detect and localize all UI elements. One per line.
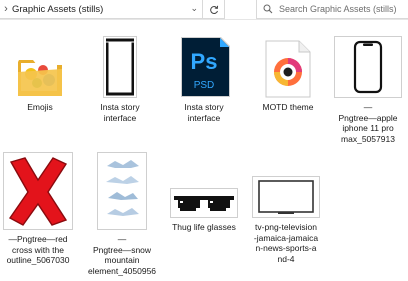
search-box[interactable]: Search Graphic Assets (stills) xyxy=(256,0,408,19)
folder-icon xyxy=(2,32,78,98)
search-input[interactable]: Search Graphic Assets (stills) xyxy=(279,4,397,14)
file-label: — Pngtree—snow mountain element_4050956 xyxy=(87,234,157,276)
address-bar[interactable]: › Graphic Assets (stills) ⌄ xyxy=(0,0,225,19)
photoshop-icon: Ps PSD xyxy=(166,32,242,98)
image-thumbnail-icon xyxy=(248,150,324,218)
search-icon xyxy=(257,4,279,14)
file-item-emojis[interactable]: Emojis xyxy=(2,32,78,113)
file-item-red-cross[interactable]: —Pngtree—red cross with the outline_5067… xyxy=(0,150,76,266)
file-item-iphone[interactable]: — Pngtree—apple iphone 11 pro max_505791… xyxy=(330,32,406,144)
image-thumbnail-icon xyxy=(0,150,76,230)
refresh-icon xyxy=(209,5,218,14)
file-label: — Pngtree—apple iphone 11 pro max_505791… xyxy=(338,102,398,144)
image-thumbnail-icon xyxy=(330,32,406,98)
file-label: Insta story interface xyxy=(100,102,140,123)
file-label: Thug life glasses xyxy=(172,222,236,232)
audio-file-icon xyxy=(250,32,326,98)
file-label: —Pngtree—red cross with the outline_5067… xyxy=(6,234,70,265)
ps-badge-text: Ps xyxy=(191,49,218,74)
file-item-snow-mountain[interactable]: — Pngtree—snow mountain element_4050956 xyxy=(84,150,160,276)
file-label: Insta story interface xyxy=(184,102,224,123)
psd-badge-text: PSD xyxy=(194,80,215,91)
image-thumbnail-icon xyxy=(84,150,160,230)
file-item-tv[interactable]: tv-png-television -jamaica-jamaica n-new… xyxy=(248,150,324,264)
chevron-down-icon[interactable]: ⌄ xyxy=(190,3,198,14)
file-label: Emojis xyxy=(27,102,53,112)
image-thumbnail-icon xyxy=(82,32,158,98)
breadcrumb-chevron-icon[interactable]: › xyxy=(0,3,12,15)
file-item-motd-theme[interactable]: MOTD theme xyxy=(250,32,326,113)
image-thumbnail-icon xyxy=(166,150,242,218)
address-path[interactable]: Graphic Assets (stills) xyxy=(12,4,103,15)
file-item-insta-story-png[interactable]: Insta story interface xyxy=(82,32,158,123)
file-label: MOTD theme xyxy=(262,102,314,112)
file-item-thug-life-glasses[interactable]: Thug life glasses xyxy=(166,150,242,233)
file-label: tv-png-television -jamaica-jamaica n-new… xyxy=(253,222,319,264)
refresh-button[interactable] xyxy=(202,0,224,19)
file-item-insta-story-psd[interactable]: Ps PSD Insta story interface xyxy=(166,32,242,123)
toolbar: › Graphic Assets (stills) ⌄ Search Graph… xyxy=(0,0,408,20)
